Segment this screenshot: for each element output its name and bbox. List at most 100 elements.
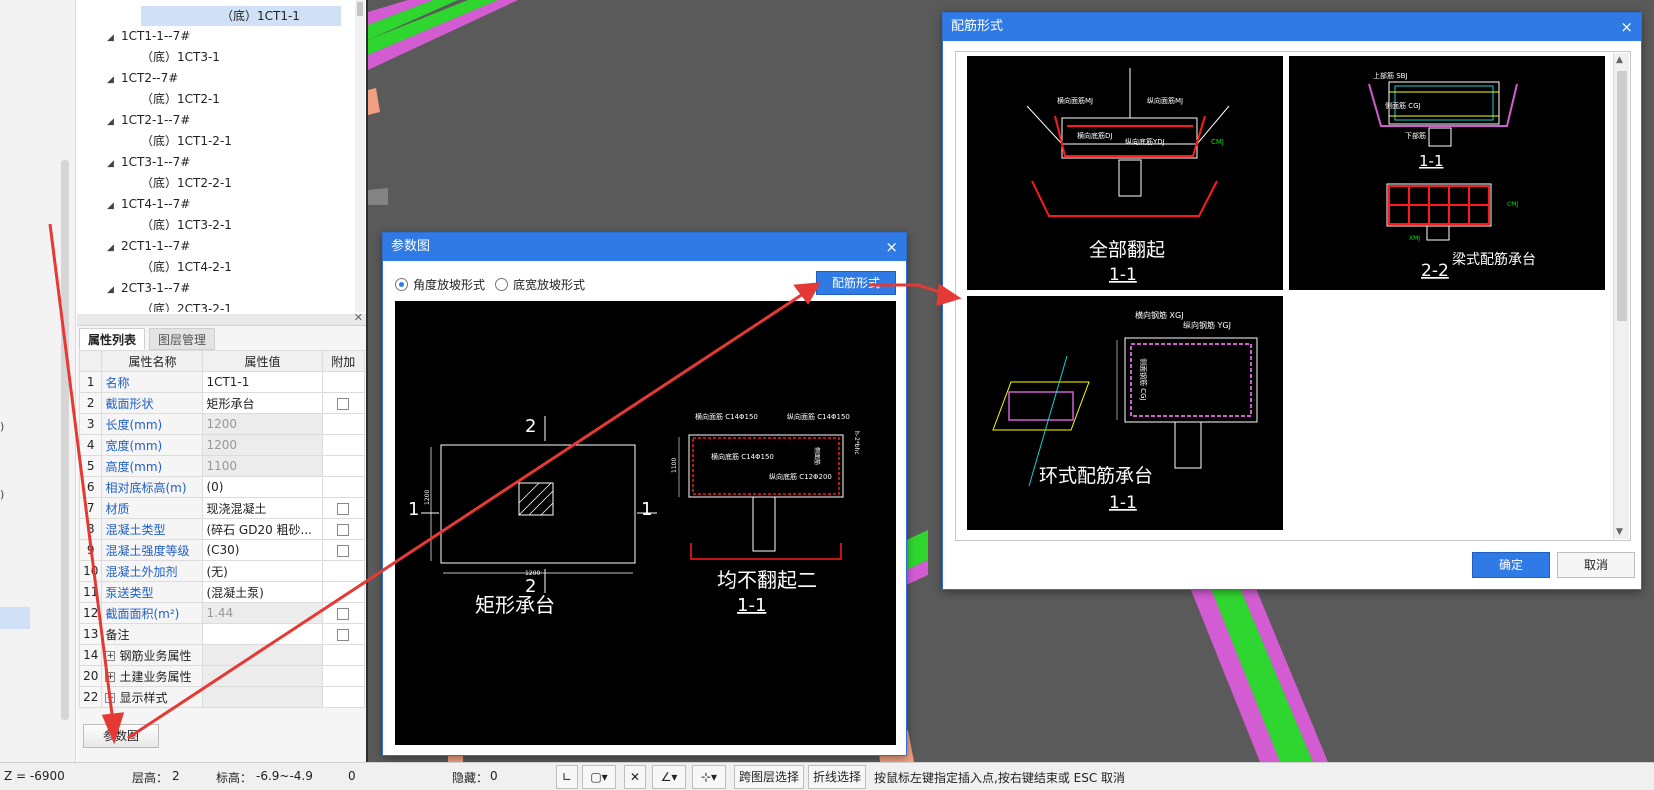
tree-item[interactable]: ◢ 2CT1-1--7# bbox=[107, 236, 190, 256]
radio-checked-icon[interactable] bbox=[395, 278, 408, 291]
tree-item[interactable]: ◢ 1CT2--7# bbox=[107, 68, 178, 88]
extra-checkbox[interactable] bbox=[337, 544, 350, 557]
property-row[interactable]: 3 长度(mm) 1200 bbox=[78, 413, 366, 435]
param-diagram-button[interactable]: 参数图 bbox=[83, 724, 159, 748]
tree-item[interactable]: ◢ 1CT2-1--7# bbox=[107, 110, 190, 130]
options-scroll-thumb[interactable] bbox=[1617, 71, 1627, 321]
property-value[interactable]: (C30) bbox=[202, 539, 323, 561]
property-row[interactable]: 11 泵送类型 (混凝土泵) bbox=[78, 581, 366, 603]
property-row[interactable]: 8 混凝土类型 (碎石 GD20 粗砂... bbox=[78, 518, 366, 540]
options-scrollbar[interactable]: ▲ ▼ bbox=[1613, 53, 1629, 539]
property-value[interactable]: 1200 bbox=[202, 434, 323, 456]
tree-item[interactable]: （底）1CT1-2-1 bbox=[141, 131, 232, 151]
left-strip-scrollbar[interactable] bbox=[61, 160, 69, 720]
collapse-triangle-icon[interactable]: ◢ bbox=[107, 154, 121, 174]
tree-item[interactable]: （底）2CT3-2-1 bbox=[141, 299, 232, 312]
property-row[interactable]: 9 混凝土强度等级 (C30) bbox=[78, 539, 366, 561]
expand-icon[interactable]: + bbox=[105, 672, 116, 682]
extra-checkbox[interactable] bbox=[337, 523, 350, 536]
tree-item[interactable]: ◢ 1CT1-1--7# bbox=[107, 26, 190, 46]
tree-item[interactable]: （底）1CT1-1 bbox=[141, 6, 341, 26]
collapse-triangle-icon[interactable]: ◢ bbox=[107, 112, 121, 132]
cancel-button[interactable]: 取消 bbox=[1557, 552, 1635, 578]
property-row[interactable]: 6 相对底标高(m) (0) bbox=[78, 476, 366, 498]
radio-slope-angle[interactable]: 角度放坡形式 bbox=[395, 276, 485, 293]
angle-icon[interactable]: ∠▾ bbox=[652, 765, 686, 789]
tree-item[interactable]: ◢ 1CT4-1--7# bbox=[107, 194, 190, 214]
tree-item[interactable]: （底）1CT2-1 bbox=[141, 89, 220, 109]
property-value[interactable]: 1200 bbox=[202, 413, 323, 435]
property-value[interactable] bbox=[202, 686, 323, 708]
close-icon[interactable]: × bbox=[885, 233, 898, 261]
option-section: 1-1 bbox=[1109, 493, 1137, 513]
tree-item[interactable]: ◢ 1CT3-1--7# bbox=[107, 152, 190, 172]
rebar-form-button[interactable]: 配筋形式 bbox=[816, 271, 896, 295]
property-name-text: 显示样式 bbox=[119, 690, 168, 705]
extra-checkbox[interactable] bbox=[337, 502, 350, 515]
collapse-triangle-icon[interactable]: ◢ bbox=[107, 28, 121, 48]
property-row[interactable]: 10 混凝土外加剂 (无) bbox=[78, 560, 366, 582]
rebar-option-ring[interactable]: 横向钢筋 XGJ 纵向钢筋 YGJ 侧面钢筋 CGJ 环式配筋承台 1-1 bbox=[967, 296, 1283, 530]
property-row[interactable]: 1 名称 1CT1-1 bbox=[78, 371, 366, 393]
tree-item[interactable]: （底）1CT3-2-1 bbox=[141, 215, 232, 235]
tab-property-list[interactable]: 属性列表 bbox=[79, 328, 146, 350]
tree-item[interactable]: （底）1CT2-2-1 bbox=[141, 173, 232, 193]
property-row[interactable]: 4 宽度(mm) 1200 bbox=[78, 434, 366, 456]
property-row[interactable]: 22 + 显示样式 bbox=[78, 686, 366, 708]
radio-slope-width[interactable]: 底宽放坡形式 bbox=[495, 276, 585, 293]
property-row[interactable]: 13 备注 bbox=[78, 623, 366, 645]
ok-button[interactable]: 确定 bbox=[1472, 552, 1550, 578]
property-value[interactable] bbox=[202, 623, 323, 645]
tree-item[interactable]: ◢ 2CT3-1--7# bbox=[107, 278, 190, 298]
close-icon[interactable]: × bbox=[1620, 13, 1633, 41]
left-strip-selection[interactable] bbox=[0, 607, 30, 629]
collapse-triangle-icon[interactable]: ◢ bbox=[107, 238, 121, 258]
collapse-triangle-icon[interactable]: ◢ bbox=[107, 196, 121, 216]
cross-layer-select-button[interactable]: 跨图层选择 bbox=[734, 765, 804, 789]
property-row[interactable]: 14 + 钢筋业务属性 bbox=[78, 644, 366, 666]
property-row[interactable]: 20 + 土建业务属性 bbox=[78, 665, 366, 687]
property-row[interactable]: 2 截面形状 矩形承台 bbox=[78, 392, 366, 414]
scroll-up-icon[interactable]: ▲ bbox=[1616, 55, 1623, 65]
tree-item[interactable]: （底）1CT3-1 bbox=[141, 47, 220, 67]
property-value[interactable]: (无) bbox=[202, 560, 323, 582]
property-value[interactable]: (0) bbox=[202, 476, 323, 498]
scroll-down-icon[interactable]: ▼ bbox=[1616, 527, 1623, 537]
tree-item[interactable]: （底）1CT4-2-1 bbox=[141, 257, 232, 277]
radio-unchecked-icon[interactable] bbox=[495, 278, 508, 291]
cross-icon[interactable]: ✕ bbox=[624, 765, 646, 789]
property-value[interactable]: 1100 bbox=[202, 455, 323, 477]
property-value[interactable]: 矩形承台 bbox=[202, 392, 323, 414]
tree-item-label: 2CT3-1--7# bbox=[121, 281, 191, 295]
property-value[interactable] bbox=[202, 665, 323, 687]
rebar-option-full-bend[interactable]: 横向面筋MJ 纵向面筋MJ 横向底筋DJ 纵向底筋YDJ CMJ 全部翻起 1-… bbox=[967, 56, 1283, 290]
offset-icon[interactable]: ⊹▾ bbox=[692, 765, 726, 789]
property-row[interactable]: 12 截面面积(m²) 1.44 bbox=[78, 602, 366, 624]
property-value[interactable]: 现浇混凝土 bbox=[202, 497, 323, 519]
close-icon[interactable]: ✕ bbox=[354, 311, 363, 324]
extra-checkbox[interactable] bbox=[337, 607, 350, 620]
property-value[interactable]: (碎石 GD20 粗砂... bbox=[202, 518, 323, 540]
polyline-select-button[interactable]: 折线选择 bbox=[808, 765, 866, 789]
rebar-option-beam[interactable]: 上部筋 SBJ 侧面筋 CGJ 下部筋 1-1 CMJ XMJ 梁式配筋承台 2… bbox=[1289, 56, 1605, 290]
property-value[interactable]: 1CT1-1 bbox=[202, 371, 323, 393]
collapse-triangle-icon[interactable]: ◢ bbox=[107, 280, 121, 300]
extra-cell bbox=[321, 455, 366, 477]
property-value[interactable]: (混凝土泵) bbox=[202, 581, 323, 603]
property-row[interactable]: 5 高度(mm) 1100 bbox=[78, 455, 366, 477]
expand-icon[interactable]: + bbox=[105, 651, 116, 661]
property-value[interactable] bbox=[202, 644, 323, 666]
tab-layer-management[interactable]: 图层管理 bbox=[149, 328, 216, 350]
property-value[interactable]: 1.44 bbox=[202, 602, 323, 624]
select-box-icon[interactable]: ▢▾ bbox=[582, 765, 616, 789]
property-row[interactable]: 7 材质 现浇混凝土 bbox=[78, 497, 366, 519]
collapse-triangle-icon[interactable]: ◢ bbox=[107, 70, 121, 90]
radio-label: 底宽放坡形式 bbox=[513, 278, 586, 292]
extra-checkbox[interactable] bbox=[337, 397, 350, 410]
extra-checkbox[interactable] bbox=[337, 628, 350, 641]
property-name: + 土建业务属性 bbox=[101, 665, 204, 687]
tree-scrollbar[interactable] bbox=[355, 0, 365, 312]
expand-icon[interactable]: + bbox=[105, 693, 116, 703]
ortho-icon[interactable]: ∟ bbox=[556, 765, 578, 789]
tree-scroll-thumb[interactable] bbox=[357, 2, 363, 16]
